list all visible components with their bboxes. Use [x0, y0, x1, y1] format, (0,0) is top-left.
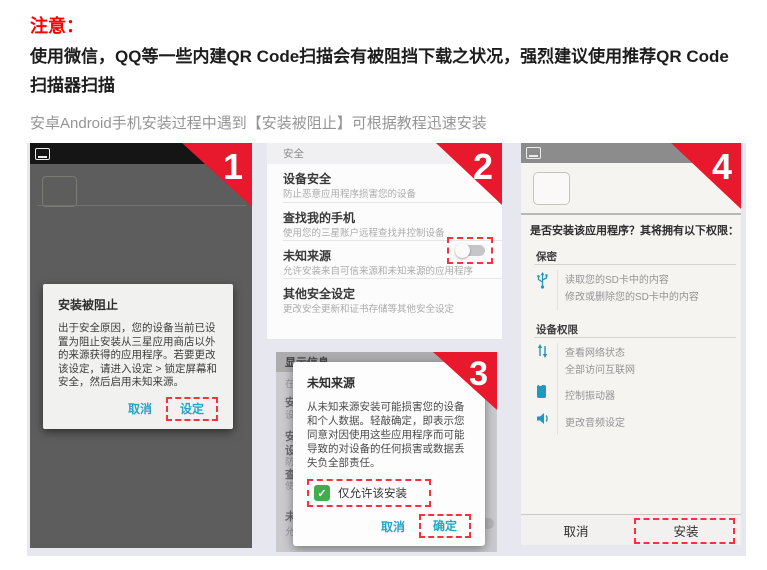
settings-button-highlight: 设定	[166, 397, 218, 421]
divider	[521, 213, 741, 215]
permission-text: 查看网络状态	[565, 344, 625, 359]
setting-item-subtitle: 使用您的三星账户远程查找并控制设备	[283, 225, 445, 239]
confirm-button-highlight: 确定	[419, 514, 471, 538]
dialog-title: 安装被阻止	[58, 296, 218, 313]
permission-text: 控制振动器	[565, 387, 615, 402]
cancel-button[interactable]: 取消	[122, 397, 158, 420]
checkbox-label: 仅允许该安装	[338, 485, 407, 501]
network-arrows-icon	[536, 344, 549, 363]
permission-text: 更改音频设定	[565, 414, 625, 429]
divider	[283, 202, 502, 203]
setting-item-find-my-phone[interactable]: 查找我的手机	[283, 209, 355, 226]
screenshot-strip: 1 4G 7 安装被阻止 出于安全原因，您的设备当前已设置为阻止安装从三星应用商…	[27, 143, 746, 556]
permission-text: 修改或删除您的SD卡中的内容	[565, 288, 699, 303]
dialog-title: 未知来源	[307, 374, 471, 391]
dialog-body: 从未知来源安装可能损害您的设备和个人数据。轻敲确定，即表示您同意对因使用这些应用…	[307, 400, 471, 470]
step-number: 4	[712, 146, 732, 188]
screenshot-captured-icon	[35, 148, 50, 160]
step-number: 2	[473, 146, 493, 188]
step-badge-4: 4	[671, 143, 741, 209]
cancel-button[interactable]: 取消	[375, 515, 411, 538]
permission-text: 读取您的SD卡中的内容	[565, 271, 669, 286]
divider	[557, 343, 558, 435]
screenshot-step2: 安全 设备安全 防止恶意应用程序损害您的设备 查找我的手机 使用您的三星账户远程…	[267, 143, 502, 339]
dialog-body: 出于安全原因，您的设备当前已设置为阻止安装从三星应用商店以外的来源获得的应用程序…	[58, 322, 218, 390]
device-permissions-header: 设备权限	[536, 322, 578, 337]
app-icon-placeholder	[533, 172, 570, 205]
unknown-sources-toggle-highlight	[447, 237, 493, 264]
setting-item-unknown-sources[interactable]: 未知来源	[283, 247, 331, 264]
privacy-section-header: 保密	[536, 249, 557, 264]
checkbox-checked-icon[interactable]: ✓	[314, 485, 330, 501]
notice-heading: 注意：	[30, 12, 84, 38]
step-number: 1	[223, 146, 243, 188]
notice-body: 使用微信，QQ等一些内建QR Code扫描会有被阻挡下载之状况，强烈建议使用推荐…	[30, 42, 744, 100]
screenshot-step1: 1 4G 7 安装被阻止 出于安全原因，您的设备当前已设置为阻止安装从三星应用商…	[30, 143, 252, 548]
usb-icon	[536, 272, 549, 294]
settings-button[interactable]: 设定	[174, 399, 210, 419]
setting-item-device-security[interactable]: 设备安全	[283, 170, 331, 187]
screenshot-step3: 显示信息 在 安 设 安 设 防 查 使 未 允许安装来自可信来源和未知来源的应…	[276, 352, 497, 552]
permission-text: 全部访问互联网	[565, 361, 635, 376]
instruction-subtitle: 安卓Android手机安装过程中遇到【安装被阻止】可根据教程迅速安装	[30, 112, 487, 133]
dimmed-app-icon-placeholder	[42, 176, 77, 207]
setting-item-other-security[interactable]: 其他安全设定	[283, 285, 355, 302]
unknown-sources-dialog: 未知来源 从未知来源安装可能损害您的设备和个人数据。轻敲确定，即表示您同意对因使…	[293, 362, 485, 546]
divider	[534, 337, 736, 338]
checkbox-highlight: ✓ 仅允许该安装	[307, 479, 431, 507]
install-button-highlight	[634, 518, 735, 544]
cancel-button[interactable]: 取消	[521, 515, 631, 545]
audio-icon	[536, 412, 551, 430]
divider	[283, 278, 502, 279]
screenshot-captured-icon	[526, 147, 541, 159]
dialog-button-row: 取消 确定	[307, 514, 471, 538]
divider	[557, 270, 558, 310]
install-question: 是否安装该应用程序？其将拥有以下权限：	[530, 222, 739, 238]
vibration-icon	[536, 384, 547, 404]
divider	[534, 264, 736, 265]
dialog-button-row: 取消 设定	[58, 397, 218, 421]
confirm-button[interactable]: 确定	[427, 516, 463, 536]
unknown-sources-toggle[interactable]	[455, 243, 485, 258]
setting-item-subtitle: 防止恶意应用程序损害您的设备	[283, 186, 416, 200]
divider	[37, 205, 246, 206]
setting-item-subtitle: 允许安装来自可信来源和未知来源的应用程序	[283, 263, 473, 277]
install-blocked-dialog: 安装被阻止 出于安全原因，您的设备当前已设置为阻止安装从三星应用商店以外的来源获…	[43, 284, 233, 429]
screenshot-step4: 1 4G 7 是否安装该应用程序？其将拥有以下权限： 保密	[521, 143, 741, 545]
setting-item-subtitle: 更改安全更新和证书存储等其他安全设定	[283, 301, 454, 315]
toggle-thumb	[455, 243, 470, 258]
